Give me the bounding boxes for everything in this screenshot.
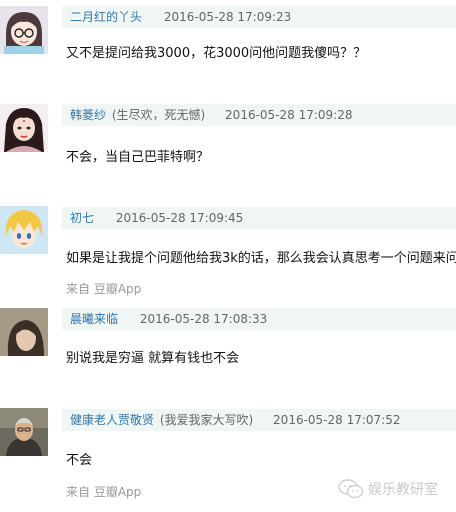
author-link[interactable]: 初七 bbox=[70, 207, 94, 229]
comment-text: 又不是提问给我3000，花3000问他问题我傻吗？？ bbox=[66, 46, 367, 61]
author-link[interactable]: 韩菱纱 bbox=[70, 104, 106, 126]
old-man-photo-avatar-icon bbox=[0, 408, 48, 456]
comment-meta-bar: 初七 2016-05-28 17:09:45 bbox=[62, 207, 456, 229]
comment-meta-bar: 韩菱纱 (生尽欢，死无憾) 2016-05-28 17:09:28 bbox=[62, 104, 456, 126]
avatar[interactable] bbox=[0, 6, 48, 54]
comment-timestamp: 2016-05-28 17:08:33 bbox=[139, 312, 268, 326]
comment-timestamp: 2016-05-28 17:09:45 bbox=[115, 211, 244, 225]
watermark-text: 娱乐教研室 bbox=[368, 482, 438, 498]
comment-meta-bar: 健康老人贾敬贤 (我爱我家大写吹) 2016-05-28 17:07:52 bbox=[62, 409, 456, 431]
comment-timestamp: 2016-05-28 17:09:23 bbox=[163, 10, 292, 24]
author-link[interactable]: 二月红的丫头 bbox=[70, 6, 142, 28]
comment-source: 来自 豆瓣App bbox=[66, 485, 142, 499]
wechat-icon bbox=[338, 479, 364, 499]
avatar[interactable] bbox=[0, 308, 48, 356]
author-link[interactable]: 健康老人贾敬贤 bbox=[70, 409, 154, 431]
comment-text: 别说我是穷逼 就算有钱也不会 bbox=[66, 351, 240, 366]
author-link[interactable]: 晨曦来临 bbox=[70, 308, 118, 330]
comment-source: 来自 豆瓣App bbox=[66, 282, 142, 296]
comment-timestamp: 2016-05-28 17:07:52 bbox=[273, 413, 401, 427]
comment-text: 不会 bbox=[66, 453, 93, 468]
comment-meta-bar: 晨曦来临 2016-05-28 17:08:33 bbox=[62, 308, 456, 330]
comment-meta-bar: 二月红的丫头 2016-05-28 17:09:23 bbox=[62, 6, 456, 28]
portrait-photo-avatar-icon bbox=[0, 308, 48, 356]
anime-girl-glasses-avatar-icon bbox=[0, 6, 48, 54]
author-note: (生尽欢，死无憾) bbox=[111, 108, 206, 122]
watermark: 娱乐教研室 bbox=[338, 478, 438, 500]
avatar[interactable] bbox=[0, 104, 48, 152]
author-note: (我爱我家大写吹) bbox=[159, 413, 254, 427]
comment-text: 如果是让我提个问题他给我3k的话，那么我会认真思考一个问题来问他 bbox=[66, 251, 456, 266]
anime-blond-boy-avatar-icon bbox=[0, 206, 48, 254]
comment-text: 不会，当自己巴菲特啊？ bbox=[66, 150, 210, 165]
avatar[interactable] bbox=[0, 408, 48, 456]
comment-timestamp: 2016-05-28 17:09:28 bbox=[225, 108, 353, 122]
avatar[interactable] bbox=[0, 206, 48, 254]
costume-woman-avatar-icon bbox=[0, 104, 48, 152]
